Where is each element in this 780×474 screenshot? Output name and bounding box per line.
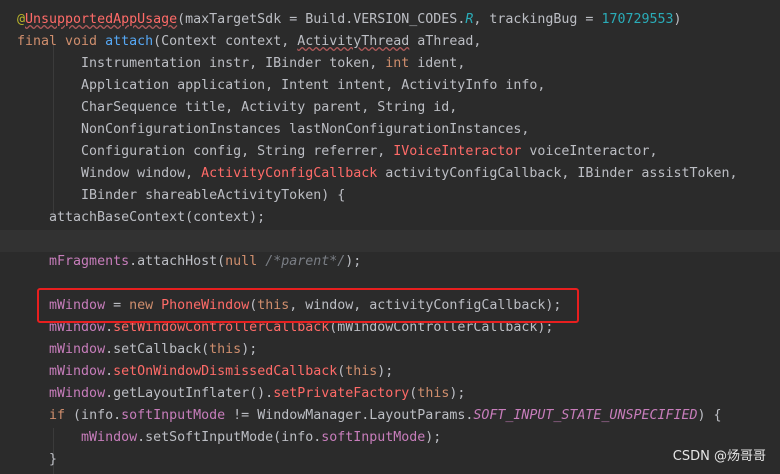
watermark: CSDN @炀哥哥	[672, 449, 766, 464]
code-token: this	[345, 364, 378, 379]
code-line: Window window, ActivityConfigCallback ac…	[17, 163, 738, 185]
code-token: Instrumentation instr, IBinder token,	[17, 56, 386, 71]
code-token: .setSoftInputMode(info.	[137, 430, 322, 445]
highlight-box	[37, 288, 579, 323]
code-token: ActivityConfigCallback	[201, 166, 378, 181]
code-token: )	[673, 12, 682, 27]
code-token: );	[425, 430, 442, 445]
code-line: mWindow.getLayoutInflater().setPrivateFa…	[17, 383, 465, 405]
code-line: mWindow.setCallback(this);	[17, 339, 257, 361]
code-token: CharSequence title, Activity parent, Str…	[17, 100, 458, 115]
code-line: Application application, Intent intent, …	[17, 75, 545, 97]
code-token: .getLayoutInflater().	[105, 386, 274, 401]
code-token: /*parent*/	[265, 254, 346, 269]
code-line: }	[17, 449, 57, 471]
code-line: mWindow.setOnWindowDismissedCallback(thi…	[17, 361, 393, 383]
code-editor[interactable]: @UnsupportedAppUsage(maxTargetSdk = Buil…	[0, 0, 780, 474]
code-line: if (info.softInputMode != WindowManager.…	[17, 405, 722, 427]
code-token: ) {	[697, 408, 722, 423]
code-token: ident,	[409, 56, 466, 71]
code-token: aThread,	[409, 34, 482, 49]
current-line-highlight	[0, 230, 780, 252]
code-line: Configuration config, String referrer, I…	[17, 141, 657, 163]
code-token: (info.	[65, 408, 122, 423]
code-token: NonConfigurationInstances lastNonConfigu…	[17, 122, 530, 137]
code-token: setPrivateFactory	[273, 386, 410, 401]
code-token: activityConfigCallback, IBinder assistTo…	[377, 166, 738, 181]
code-line: @UnsupportedAppUsage(maxTargetSdk = Buil…	[17, 9, 682, 31]
code-token: );	[377, 364, 394, 379]
code-token: mFragments	[49, 254, 130, 269]
code-token: null	[225, 254, 258, 269]
code-token: Application application, Intent intent, …	[17, 78, 546, 93]
code-token: Configuration config, String referrer,	[17, 144, 394, 159]
code-token: );	[345, 254, 362, 269]
code-token: @	[17, 12, 26, 27]
code-token: final void	[17, 34, 106, 49]
code-token: mWindow	[49, 364, 106, 379]
code-token: attach	[105, 34, 154, 49]
code-token: != WindowManager.LayoutParams.	[225, 408, 474, 423]
code-token: attachBaseContext(context);	[17, 210, 266, 225]
code-token: SOFT_INPUT_STATE_UNSPECIFIED	[473, 408, 698, 423]
code-token: softInputMode	[321, 430, 426, 445]
code-token: .	[105, 364, 114, 379]
code-token: UnsupportedAppUsage	[25, 12, 178, 27]
code-token: .attachHost(	[129, 254, 226, 269]
code-line: mFragments.attachHost(null /*parent*/);	[17, 251, 361, 273]
code-token: ActivityThread	[297, 34, 410, 49]
code-token: this	[417, 386, 450, 401]
code-line: Instrumentation instr, IBinder token, in…	[17, 53, 465, 75]
code-token: , trackingBug =	[473, 12, 602, 27]
code-line: attachBaseContext(context);	[17, 207, 265, 229]
code-line: final void attach(Context context, Activ…	[17, 31, 481, 53]
code-token: mWindow	[49, 342, 106, 357]
code-token: .setCallback(	[105, 342, 210, 357]
code-token: mWindow	[81, 430, 138, 445]
code-token: IVoiceInteractor	[393, 144, 522, 159]
code-token: int	[385, 56, 410, 71]
code-token: (Context context,	[153, 34, 298, 49]
code-token: IBinder shareableActivityToken) {	[17, 188, 346, 203]
code-line: NonConfigurationInstances lastNonConfigu…	[17, 119, 529, 141]
code-line: CharSequence title, Activity parent, Str…	[17, 97, 457, 119]
code-token: mWindow	[49, 386, 106, 401]
code-token: if	[49, 408, 66, 423]
code-token: softInputMode	[121, 408, 226, 423]
code-token: }	[17, 452, 58, 467]
code-token: (maxTargetSdk = Build.VERSION_CODES.	[177, 12, 466, 27]
code-token: setOnWindowDismissedCallback	[113, 364, 338, 379]
code-token: 170729553	[601, 12, 674, 27]
code-token: );	[241, 342, 258, 357]
code-token: voiceInteractor,	[521, 144, 658, 159]
code-token: Window window,	[17, 166, 202, 181]
code-token: );	[449, 386, 466, 401]
code-line: mWindow.setSoftInputMode(info.softInputM…	[17, 427, 441, 449]
code-line: IBinder shareableActivityToken) {	[17, 185, 345, 207]
code-token: this	[209, 342, 242, 357]
